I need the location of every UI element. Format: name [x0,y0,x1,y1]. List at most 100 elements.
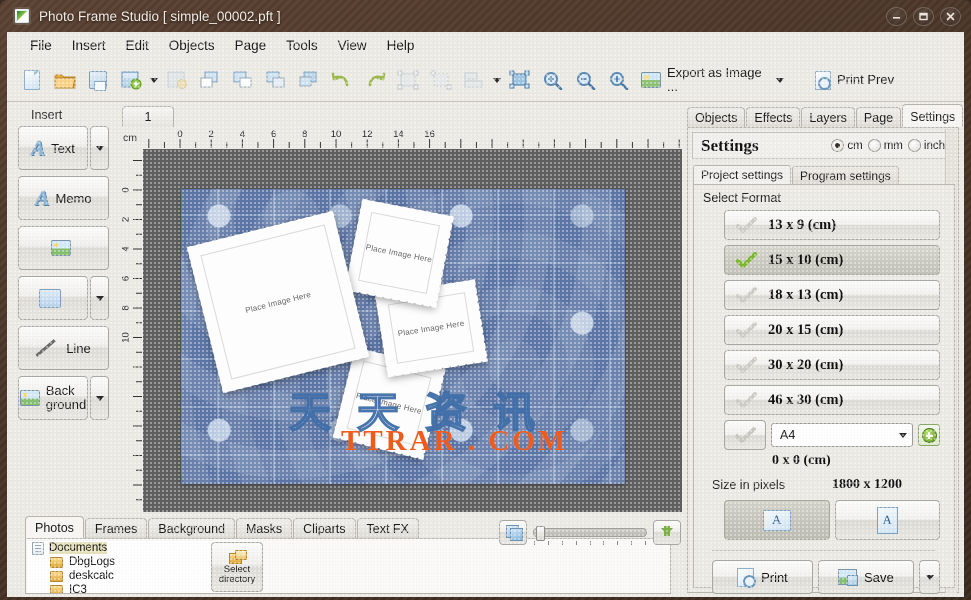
insert-background-button[interactable]: Back ground [18,376,88,420]
custom-format-checkbox[interactable] [724,420,766,450]
sub-tab-program-settings[interactable]: Program settings [792,166,899,185]
bring-forward-icon[interactable] [226,64,259,97]
export-as-image-button[interactable]: Export as Image ... [635,62,773,98]
unit-radio-inch[interactable]: inch [907,139,945,152]
tab-layers[interactable]: Layers [801,107,855,127]
menu-edit[interactable]: Edit [116,35,159,56]
tab-cliparts[interactable]: Cliparts [293,518,356,538]
transform-icon[interactable] [503,64,536,97]
new-page-icon[interactable] [15,64,48,97]
radio-dot-mm [867,139,881,152]
format-option-label: 13 x 9 (cm) [768,216,837,233]
redo-icon[interactable] [358,64,391,97]
export-dropdown-icon[interactable] [773,64,786,97]
insert-memo-button[interactable]: A Memo [18,176,109,220]
delete-page-icon[interactable] [160,64,193,97]
zoom-in-icon[interactable] [602,64,635,97]
unit-radio-mm[interactable]: mm [867,139,903,152]
save-icon[interactable] [81,64,114,97]
stamp-frame[interactable]: Place Image Here [345,199,453,307]
format-option-button[interactable]: 13 x 9 (cm) [724,210,940,240]
add-format-button[interactable] [918,424,940,446]
insert-text-dropdown[interactable] [90,126,109,170]
action-row: Print Save [712,560,940,594]
tab-masks[interactable]: Masks [236,518,293,538]
zoom-out-icon[interactable] [569,64,602,97]
sub-tab-project-settings[interactable]: Project settings [693,165,792,185]
menu-view[interactable]: View [328,35,377,56]
tab-frames[interactable]: Frames [84,518,148,538]
save-button[interactable]: Save [817,560,914,594]
insert-line-button[interactable]: Line [18,326,109,370]
tab-background[interactable]: Background [148,518,236,538]
zoom-fit-icon[interactable] [536,64,569,97]
insert-shape-button[interactable] [18,276,88,320]
menu-help[interactable]: Help [377,35,425,56]
add-page-icon[interactable] [114,64,147,97]
unit-radio-cm[interactable]: cm [831,139,863,152]
page-tab-1[interactable]: 1 [122,106,174,127]
menu-insert[interactable]: Insert [62,35,116,56]
menu-objects[interactable]: Objects [159,35,225,56]
menu-file[interactable]: File [20,35,62,56]
format-option-button[interactable]: 30 x 20 (cm) [724,350,940,380]
canvas-viewport[interactable]: Place Image Here Place Image Here Place Im… [143,149,682,512]
group-icon[interactable] [391,64,424,97]
size-in-pixels-value: 1800 x 1200 [832,477,902,492]
tab-effects[interactable]: Effects [746,107,801,127]
slider-tick [575,540,577,545]
format-option-button[interactable]: 18 x 13 (cm) [724,280,940,310]
portrait-orientation-button[interactable] [834,500,940,540]
format-option-button[interactable]: 20 x 15 (cm) [724,315,940,345]
format-option-button[interactable]: 46 x 30 (cm) [724,385,940,415]
tab-objects[interactable]: Objects [687,107,746,127]
tab-photos[interactable]: Photos [25,516,84,538]
maximize-button[interactable] [913,7,934,26]
tab-page[interactable]: Page [855,107,902,127]
save-dropdown-button[interactable] [919,560,940,594]
undo-icon[interactable] [325,64,358,97]
placeholder-text: Place Image Here [365,242,433,264]
print-preview-button[interactable]: Print Prev [809,62,900,98]
insert-shape-dropdown[interactable] [90,276,109,320]
slider-tick [631,540,633,545]
stamp-frame[interactable]: Place Image Here [187,211,369,393]
thumbnails-icon[interactable] [499,519,527,545]
select-directory-icon [228,549,247,564]
stamp-inner-border: Place Image Here [357,211,441,295]
download-arrow-icon[interactable] [653,519,681,545]
paper-size-select[interactable]: A4 [771,423,913,447]
tab-textfx[interactable]: Text FX [356,518,419,538]
slider-tick [547,540,549,545]
align-icon[interactable] [457,64,490,97]
print-button[interactable]: Print [712,560,813,594]
minimize-button[interactable] [886,7,907,26]
tab-settings[interactable]: Settings [902,104,964,127]
send-to-back-icon[interactable] [292,64,325,97]
zoom-slider-thumb[interactable] [536,525,545,541]
orientation-row [724,500,940,540]
open-folder-icon[interactable] [48,64,81,97]
send-backward-icon[interactable] [259,64,292,97]
insert-background-dropdown[interactable] [90,376,109,420]
menu-tools[interactable]: Tools [276,35,328,56]
add-page-dropdown-icon[interactable] [147,64,160,97]
insert-image-button[interactable] [18,226,109,270]
bring-to-front-icon[interactable] [193,64,226,97]
ungroup-icon[interactable] [424,64,457,97]
select-directory-button[interactable]: Select directory [211,542,263,592]
svg-text:12: 12 [362,129,373,140]
resources-panel-body: DocumentsDbgLogsdeskcalcIC3Photo Frame S… [25,538,671,594]
printer-icon [737,567,757,588]
zoom-slider[interactable] [533,525,647,545]
design-page[interactable]: Place Image Here Place Image Here Place Im… [181,189,625,484]
settings-sub-tab-bar: Project settings Program settings [693,165,900,185]
close-button[interactable] [940,7,961,26]
memo-icon: A [35,185,50,210]
insert-text-button[interactable]: A Text [18,126,88,170]
tree-item-label: IC3 [69,584,87,593]
align-dropdown-icon[interactable] [490,64,503,97]
menu-page[interactable]: Page [225,35,277,56]
landscape-orientation-button[interactable] [724,500,830,540]
format-option-button[interactable]: 15 x 10 (cm) [724,245,940,275]
